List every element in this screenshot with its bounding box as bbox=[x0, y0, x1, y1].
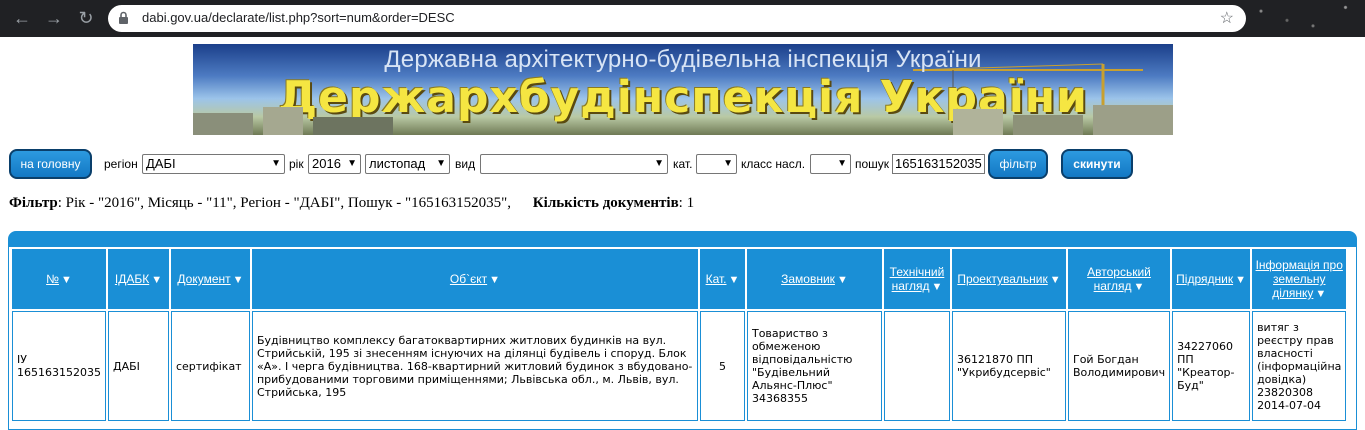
cell-customer: Товариство з обмеженою відповідальністю … bbox=[746, 311, 882, 421]
table-row: ІУ 165163152035 ДАБІ сертифікат Будівниц… bbox=[12, 311, 1347, 421]
cell-idabk: ДАБІ bbox=[107, 311, 169, 421]
document-count-label: Кількість документів bbox=[532, 195, 679, 211]
year-label: рік bbox=[289, 157, 304, 171]
address-bar[interactable]: dabi.gov.ua/declarate/list.php?sort=num&… bbox=[108, 5, 1246, 32]
column-header-document[interactable]: Документ ▼ bbox=[170, 249, 250, 309]
window-background bbox=[1235, 0, 1365, 37]
results-table-panel: № ▼ ІДАБК ▼ Документ ▼ Об`єкт ▼ Кат. ▼ Замовн… bbox=[8, 231, 1357, 430]
reset-button[interactable]: скинути bbox=[1061, 149, 1133, 179]
column-header-customer[interactable]: Замовник ▼ bbox=[746, 249, 882, 309]
back-icon[interactable]: ← bbox=[12, 8, 32, 28]
lock-icon bbox=[119, 11, 128, 24]
sort-icon[interactable]: ▼ bbox=[1050, 274, 1061, 286]
cityscape-graphic bbox=[193, 105, 1173, 135]
column-header-category[interactable]: Кат. ▼ bbox=[699, 249, 745, 309]
sort-icon[interactable]: ▼ bbox=[837, 274, 848, 286]
type-label: вид bbox=[455, 157, 476, 171]
filter-button[interactable]: фільтр bbox=[988, 149, 1048, 179]
browser-toolbar: ← → ↻ dabi.gov.ua/declarate/list.php?sor… bbox=[0, 0, 1365, 37]
home-button[interactable]: на головну bbox=[9, 149, 92, 179]
column-header-tech-supervision[interactable]: Технічний нагляд ▼ bbox=[883, 249, 950, 309]
bookmark-star-icon[interactable]: ☆ bbox=[1220, 8, 1234, 28]
filter-summary-text: : Рік - "2016", Місяць - "11", Регіон - … bbox=[57, 195, 512, 211]
month-select[interactable]: листопад ▼ bbox=[365, 154, 450, 174]
year-select[interactable]: 2016 ▼ bbox=[308, 154, 361, 174]
document-count-value: : 1 bbox=[678, 195, 695, 211]
sort-icon[interactable]: ▼ bbox=[151, 274, 162, 286]
column-header-land-info[interactable]: Інформація про земельну ділянку ▼ bbox=[1252, 249, 1347, 309]
region-select[interactable]: ДАБІ ▼ bbox=[142, 154, 285, 174]
table-header-row: № ▼ ІДАБК ▼ Документ ▼ Об`єкт ▼ Кат. ▼ Замовн… bbox=[12, 249, 1347, 309]
column-header-idabk[interactable]: ІДАБК ▼ bbox=[107, 249, 169, 309]
filter-toolbar: на головну регіон ДАБІ ▼ рік 2016 ▼ листоп… bbox=[0, 148, 1365, 182]
column-header-object[interactable]: Об`єкт ▼ bbox=[251, 249, 698, 309]
dropdown-arrow-icon: ▼ bbox=[654, 158, 664, 169]
cell-contractor: 34227060 ПП "Креатор-Буд" bbox=[1172, 311, 1251, 421]
banner-subtitle: Державна архітектурно-будівельна інспекц… bbox=[384, 46, 982, 73]
region-label: регіон bbox=[104, 157, 138, 171]
filter-summary-label: Фільтр bbox=[9, 195, 58, 211]
cell-object: Будівництво комплексу багатоквартирних ж… bbox=[251, 311, 698, 421]
sort-icon[interactable]: ▼ bbox=[489, 274, 500, 286]
dropdown-arrow-icon: ▼ bbox=[723, 158, 733, 169]
dropdown-arrow-icon: ▼ bbox=[837, 158, 847, 169]
category-label: кат. bbox=[673, 157, 693, 171]
cell-author-supervision: Гой Богдан Володимирович bbox=[1067, 311, 1171, 421]
column-header-author-supervision[interactable]: Авторський нагляд ▼ bbox=[1067, 249, 1171, 309]
sort-icon[interactable]: ▼ bbox=[1134, 281, 1145, 293]
column-header-number[interactable]: № ▼ bbox=[12, 249, 106, 309]
region-select-value: ДАБІ bbox=[146, 156, 176, 171]
category-select[interactable]: ▼ bbox=[696, 154, 737, 174]
sort-icon[interactable]: ▼ bbox=[932, 281, 943, 293]
month-select-value: листопад bbox=[369, 156, 426, 171]
dropdown-arrow-icon: ▼ bbox=[347, 158, 357, 169]
url-text: dabi.gov.ua/declarate/list.php?sort=num&… bbox=[142, 10, 455, 25]
cell-category: 5 bbox=[699, 311, 745, 421]
column-header-designer[interactable]: Проектувальник ▼ bbox=[951, 249, 1066, 309]
cell-tech-supervision bbox=[883, 311, 950, 421]
sort-icon[interactable]: ▼ bbox=[61, 274, 72, 286]
filter-summary: Фільтр: Рік - "2016", Місяць - "11", Рег… bbox=[9, 195, 694, 212]
results-table: № ▼ ІДАБК ▼ Документ ▼ Об`єкт ▼ Кат. ▼ Замовн… bbox=[10, 247, 1348, 423]
sort-icon[interactable]: ▼ bbox=[1315, 288, 1326, 300]
dropdown-arrow-icon: ▼ bbox=[436, 158, 446, 169]
column-header-contractor[interactable]: Підрядник ▼ bbox=[1172, 249, 1251, 309]
cell-document: сертифікат bbox=[170, 311, 250, 421]
reload-icon[interactable]: ↻ bbox=[76, 8, 96, 28]
cell-designer: 36121870 ПП "Укрибудсервіс" bbox=[951, 311, 1066, 421]
class-select[interactable]: ▼ bbox=[810, 154, 851, 174]
dropdown-arrow-icon: ▼ bbox=[271, 158, 281, 169]
cell-land-info: витяг з реєстру прав власності (інформац… bbox=[1252, 311, 1347, 421]
cell-number: ІУ 165163152035 bbox=[12, 311, 106, 421]
search-input[interactable]: 165163152035 bbox=[892, 154, 985, 174]
sort-icon[interactable]: ▼ bbox=[233, 274, 244, 286]
site-banner: Державна архітектурно-будівельна інспекц… bbox=[193, 44, 1173, 135]
type-select[interactable]: ▼ bbox=[480, 154, 668, 174]
sort-icon[interactable]: ▼ bbox=[728, 274, 739, 286]
search-label: пошук bbox=[855, 157, 890, 171]
class-label: класс насл. bbox=[741, 157, 806, 171]
year-select-value: 2016 bbox=[312, 156, 341, 171]
forward-icon[interactable]: → bbox=[44, 8, 64, 28]
sort-icon[interactable]: ▼ bbox=[1235, 274, 1246, 286]
